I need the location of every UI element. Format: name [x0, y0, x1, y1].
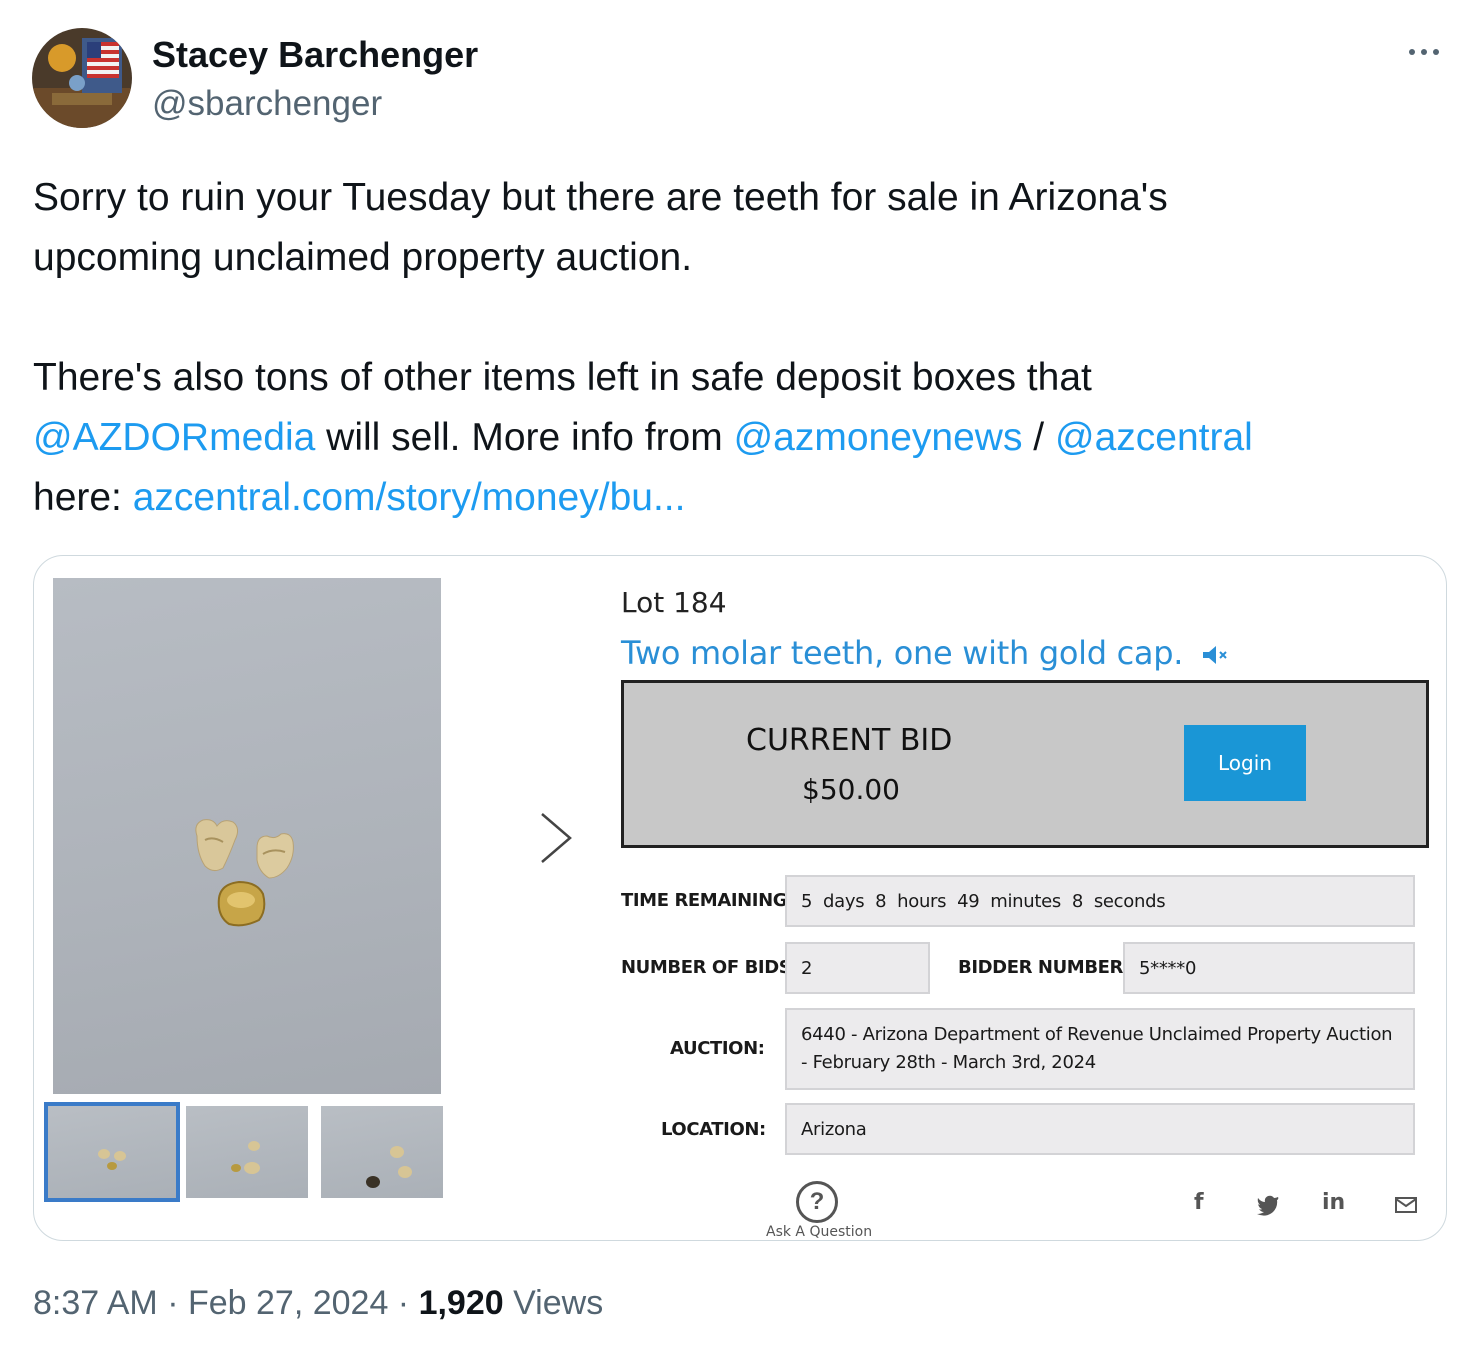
- time-remaining-label: TIME REMAINING:: [621, 890, 794, 911]
- auction-value: 6440 - Arizona Department of Revenue Unc…: [785, 1008, 1415, 1090]
- location-text: Arizona: [801, 1118, 867, 1140]
- main-item-photo[interactable]: [53, 578, 441, 1094]
- tweet-line: Sorry to ruin your Tuesday but there are…: [33, 176, 1168, 219]
- more-options-icon[interactable]: [1402, 30, 1446, 74]
- tweet-meta: 8:37 AM · Feb 27, 2024 · 1,920 Views: [33, 1284, 603, 1323]
- number-of-bids-label: NUMBER OF BIDS:: [621, 957, 799, 978]
- mention-azmoneynews[interactable]: @azmoneynews: [734, 416, 1023, 459]
- photo-thumbnail[interactable]: [44, 1102, 180, 1202]
- time-remaining-text: 5 days 8 hours 49 minutes 8 seconds: [801, 890, 1166, 912]
- tweet-text: Sorry to ruin your Tuesday but there are…: [33, 168, 1453, 528]
- bidder-number-label: BIDDER NUMBER:: [958, 957, 1130, 978]
- speaker-muted-icon[interactable]: [1201, 644, 1231, 666]
- mention-azdormedia[interactable]: @AZDORmedia: [33, 416, 315, 459]
- article-link[interactable]: azcentral.com/story/money/bu...: [133, 476, 686, 519]
- lot-description-text: Two molar teeth, one with gold cap.: [621, 634, 1184, 672]
- tweet-line: @AZDORmedia will sell. More info from @a…: [33, 408, 1453, 468]
- auction-label: AUCTION:: [670, 1038, 765, 1059]
- time-remaining-value: 5 days 8 hours 49 minutes 8 seconds: [785, 875, 1415, 927]
- meta-separator: ·: [388, 1284, 419, 1322]
- tweet-fragment: will sell. More info from: [315, 416, 734, 459]
- question-icon[interactable]: ?: [796, 1181, 838, 1223]
- ask-question-link[interactable]: Ask A Question: [766, 1224, 872, 1240]
- meta-separator: ·: [157, 1284, 188, 1322]
- tweet-time[interactable]: 8:37 AM: [33, 1284, 158, 1322]
- photo-thumbnail[interactable]: [321, 1106, 443, 1198]
- twitter-icon[interactable]: [1256, 1194, 1280, 1216]
- chevron-right-icon[interactable]: [534, 810, 578, 866]
- mention-azcentral[interactable]: @azcentral: [1055, 416, 1253, 459]
- author-handle[interactable]: @sbarchenger: [152, 84, 382, 124]
- tweet-line: There's also tons of other items left in…: [33, 356, 1092, 399]
- tweet-line: upcoming unclaimed property auction.: [33, 236, 693, 279]
- views-count: 1,920: [418, 1284, 504, 1322]
- current-bid-label: CURRENT BID: [746, 723, 953, 758]
- avatar-image: [32, 28, 132, 128]
- tweet-fragment: here:: [33, 476, 133, 519]
- location-label: LOCATION:: [661, 1119, 766, 1140]
- teeth-photo-image: [195, 819, 294, 927]
- number-of-bids-text: 2: [801, 957, 813, 979]
- thumbnail-image: [366, 1146, 412, 1188]
- avatar[interactable]: [32, 28, 132, 128]
- facebook-icon[interactable]: f: [1194, 1190, 1204, 1215]
- email-icon[interactable]: [1394, 1196, 1418, 1214]
- thumbnail-image: [98, 1149, 126, 1170]
- lot-title: Lot 184: [621, 586, 727, 619]
- lot-description: Two molar teeth, one with gold cap.: [621, 634, 1231, 672]
- location-value: Arizona: [785, 1103, 1415, 1155]
- login-button[interactable]: Login: [1184, 725, 1306, 801]
- tweet-fragment: /: [1022, 416, 1055, 459]
- tweet-line: here: azcentral.com/story/money/bu...: [33, 468, 1453, 528]
- current-bid-amount: $50.00: [802, 773, 900, 806]
- auction-text: 6440 - Arizona Department of Revenue Unc…: [801, 1024, 1393, 1073]
- tweet-date[interactable]: Feb 27, 2024: [188, 1284, 388, 1322]
- author-name[interactable]: Stacey Barchenger: [152, 34, 478, 76]
- tweet-media[interactable]: Lot 184 Two molar teeth, one with gold c…: [33, 555, 1447, 1241]
- linkedin-icon[interactable]: in: [1322, 1190, 1345, 1215]
- bidder-number-value: 5****0: [1123, 942, 1415, 994]
- bidder-number-text: 5****0: [1139, 957, 1197, 979]
- photo-thumbnail[interactable]: [186, 1106, 308, 1198]
- thumbnail-image: [231, 1141, 260, 1174]
- number-of-bids-value: 2: [785, 942, 930, 994]
- views-label: Views: [503, 1284, 604, 1322]
- current-bid-panel: CURRENT BID $50.00 Login: [621, 680, 1429, 848]
